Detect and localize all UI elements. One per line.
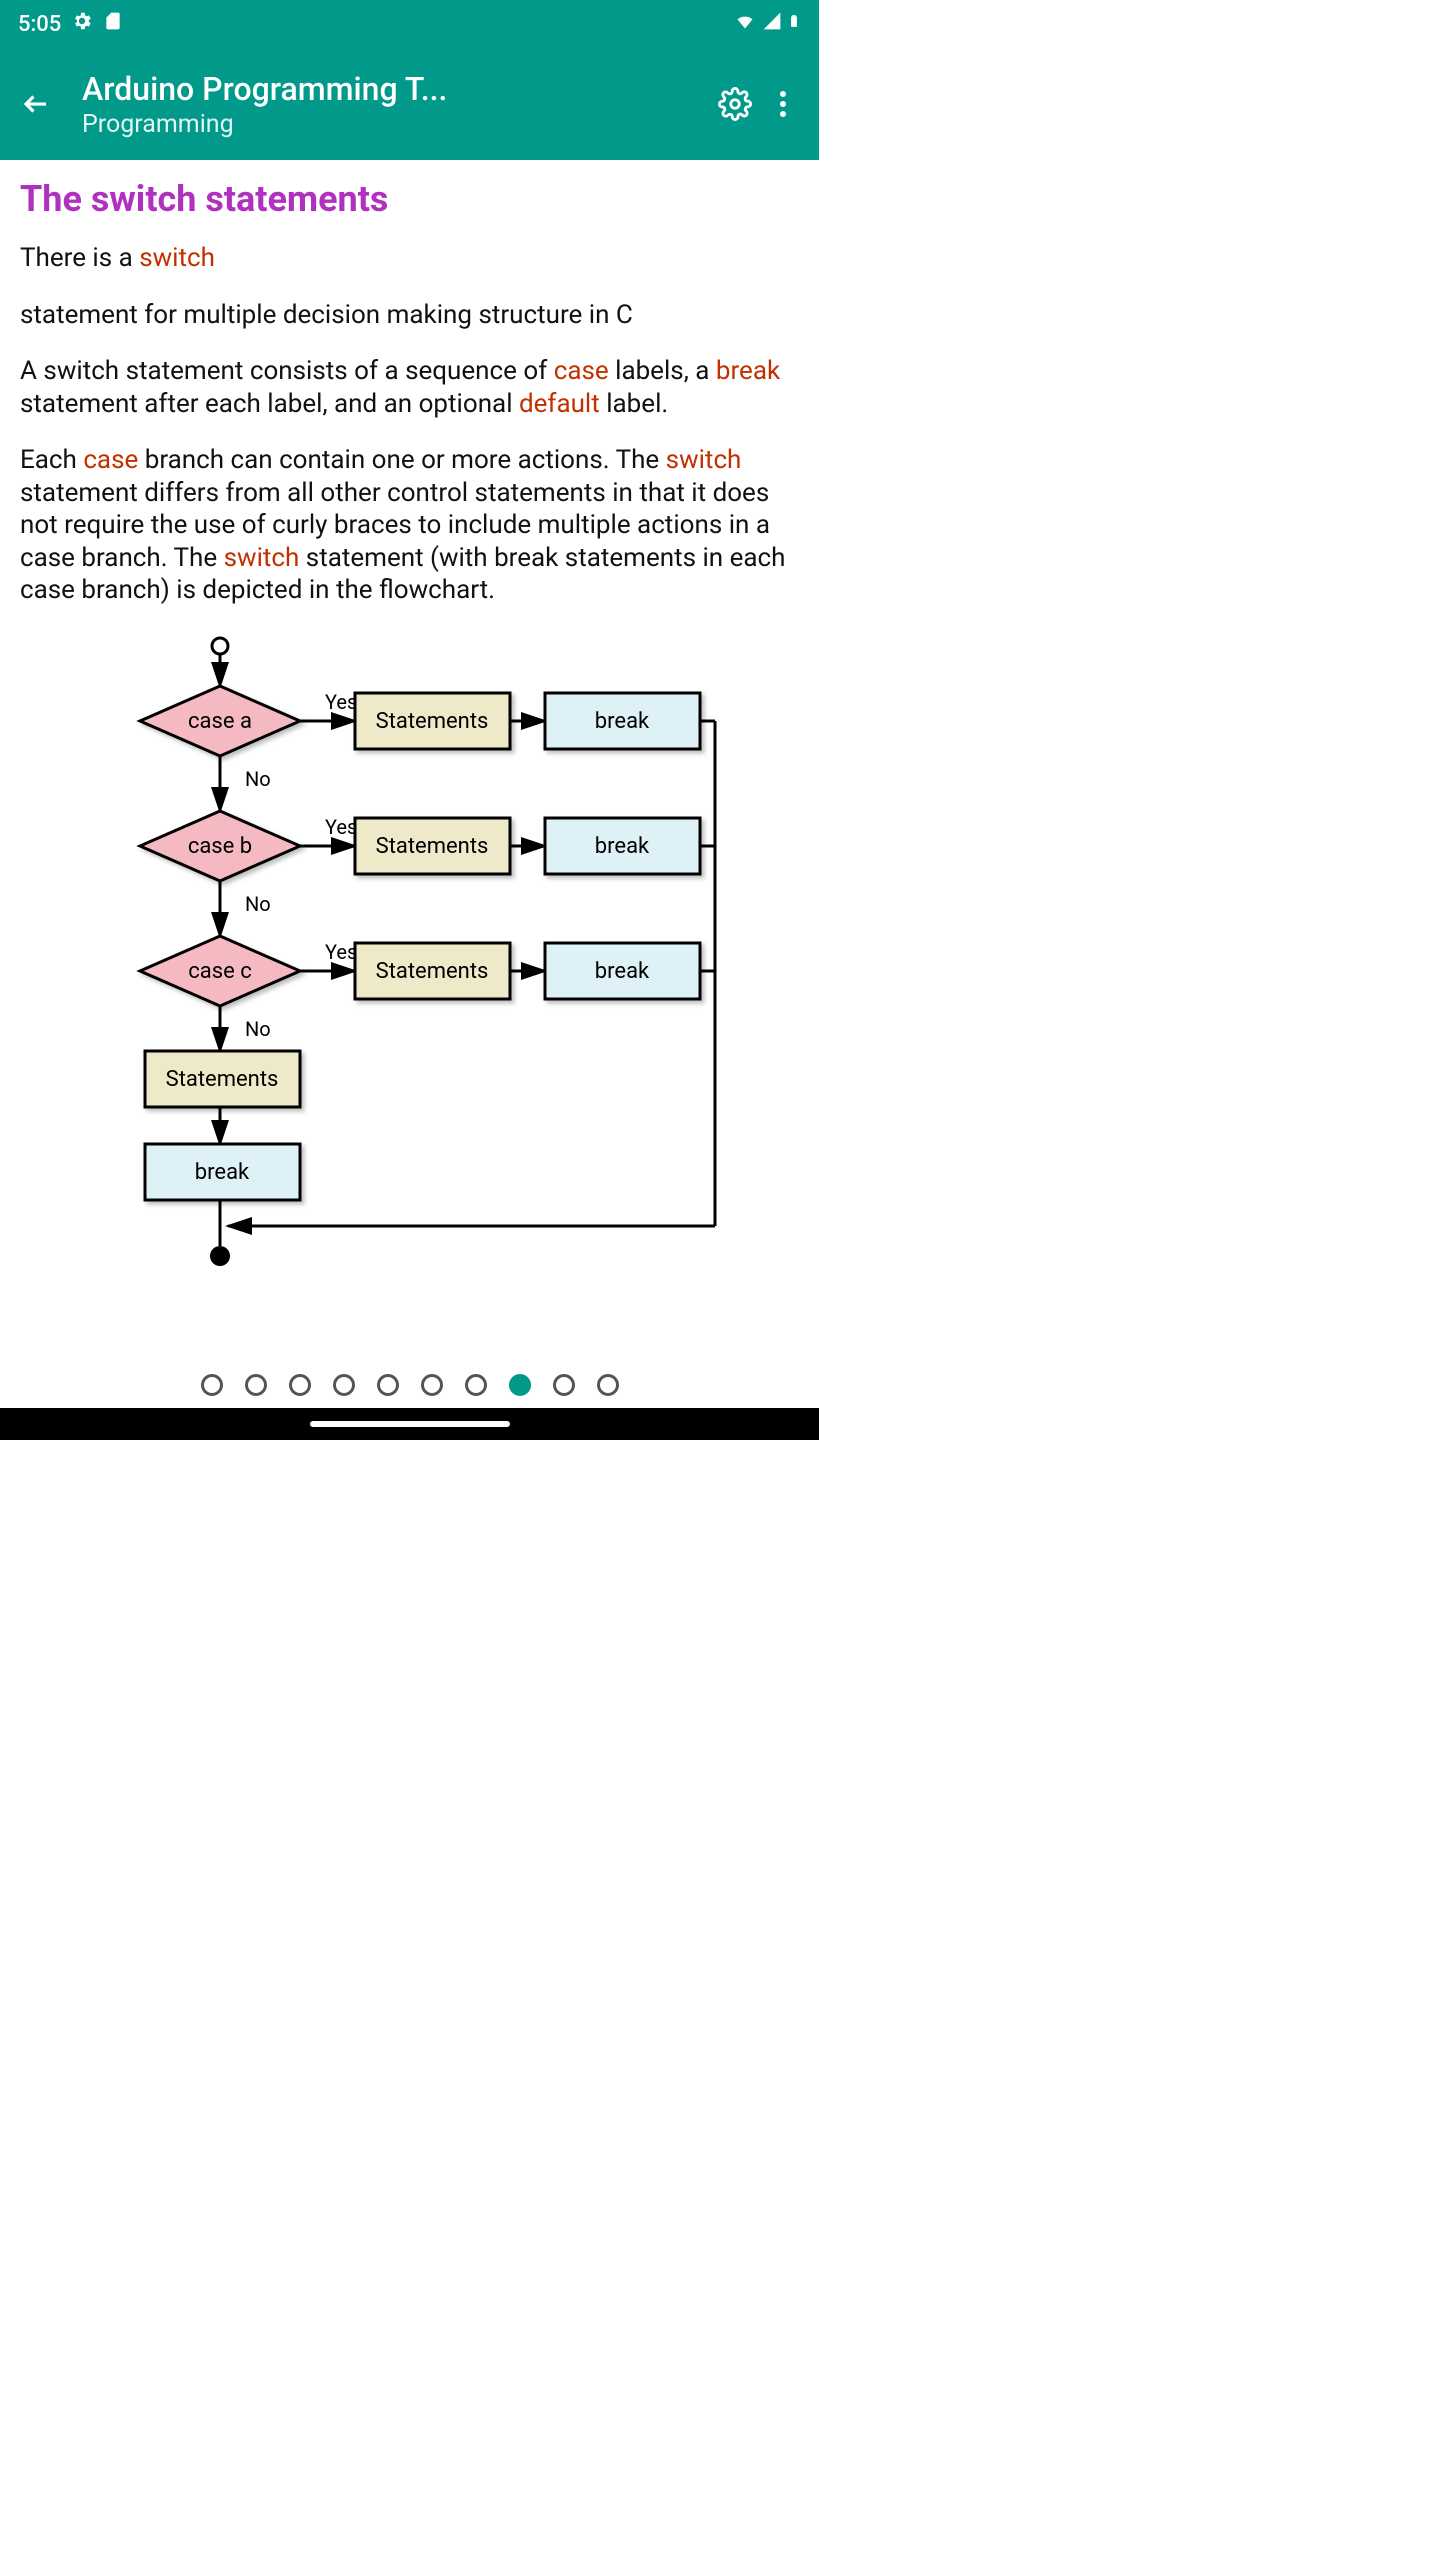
svg-text:break: break	[194, 1160, 249, 1185]
app-bar: Arduino Programming T... Programming	[0, 48, 819, 160]
pager-dot[interactable]	[465, 1374, 487, 1396]
svg-text:No: No	[245, 892, 271, 916]
svg-text:Statements: Statements	[165, 1067, 278, 1092]
svg-text:break: break	[594, 834, 649, 859]
paragraph-1: There is a switch	[20, 242, 799, 275]
settings-status-icon	[71, 10, 93, 38]
nav-pill[interactable]	[310, 1421, 510, 1427]
battery-icon	[787, 10, 801, 38]
app-subtitle: Programming	[82, 110, 711, 139]
status-bar: 5:05	[0, 0, 819, 48]
pager-dot[interactable]	[377, 1374, 399, 1396]
svg-text:case b: case b	[187, 834, 251, 859]
pager-dot[interactable]	[245, 1374, 267, 1396]
pager-dot[interactable]	[553, 1374, 575, 1396]
pager-dot[interactable]	[597, 1374, 619, 1396]
content-area: The switch statements There is a switch …	[0, 160, 819, 1309]
paragraph-2: statement for multiple decision making s…	[20, 299, 799, 332]
pager-dot[interactable]	[333, 1374, 355, 1396]
svg-text:Statements: Statements	[375, 959, 488, 984]
svg-text:Statements: Statements	[375, 834, 488, 859]
nav-bar	[0, 1408, 819, 1440]
svg-text:No: No	[245, 1017, 271, 1041]
svg-text:break: break	[594, 959, 649, 984]
pager-dot[interactable]	[201, 1374, 223, 1396]
paragraph-4: Each case branch can contain one or more…	[20, 444, 799, 607]
wifi-icon	[733, 11, 757, 37]
pager-dot[interactable]	[421, 1374, 443, 1396]
pager-dot[interactable]	[289, 1374, 311, 1396]
settings-button[interactable]	[711, 80, 759, 128]
status-time: 5:05	[18, 12, 61, 37]
pager	[0, 1374, 819, 1396]
signal-icon	[761, 11, 783, 37]
flowchart: case a Yes Statements break No case b Ye…	[20, 631, 799, 1291]
page-heading: The switch statements	[20, 178, 799, 220]
svg-text:case c: case c	[188, 959, 251, 984]
app-title: Arduino Programming T...	[82, 70, 711, 108]
pager-dot[interactable]	[509, 1374, 531, 1396]
svg-text:Yes: Yes	[325, 815, 357, 839]
svg-text:case a: case a	[188, 709, 252, 734]
svg-text:No: No	[245, 767, 271, 791]
back-button[interactable]	[12, 80, 60, 128]
svg-text:Statements: Statements	[375, 709, 488, 734]
svg-text:break: break	[594, 709, 649, 734]
more-button[interactable]	[759, 80, 807, 128]
paragraph-3: A switch statement consists of a sequenc…	[20, 355, 799, 420]
sdcard-status-icon	[103, 10, 123, 38]
svg-text:Yes: Yes	[325, 940, 357, 964]
svg-text:Yes: Yes	[325, 690, 357, 714]
